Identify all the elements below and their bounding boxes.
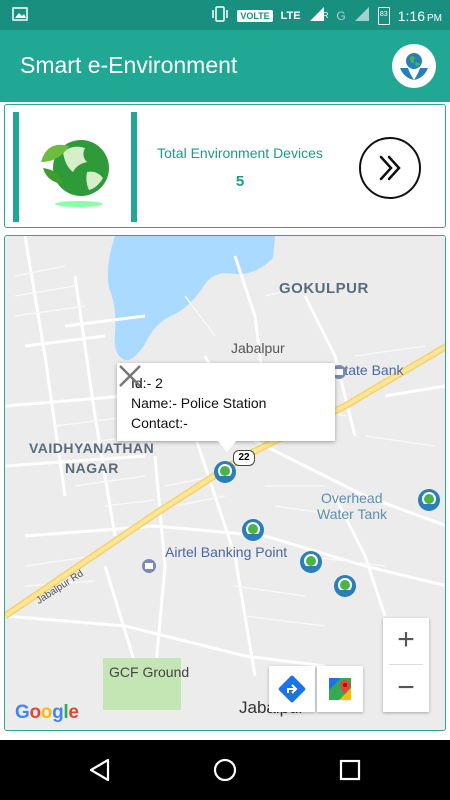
device-marker-icon[interactable] [299, 550, 323, 574]
double-chevron-right-icon [379, 155, 401, 181]
battery-icon: 83 [377, 6, 390, 25]
google-attribution: Google [15, 702, 79, 723]
volte-badge: VOLTE [237, 9, 273, 22]
app-bar: Smart e-Environment [0, 30, 450, 102]
popup-tail [217, 440, 237, 452]
app-logo-icon[interactable] [392, 44, 436, 88]
clock: 1:16 PM [397, 7, 442, 24]
bank-pin-icon [142, 559, 156, 573]
devices-count: 5 [235, 173, 245, 190]
secondary-network: G [336, 8, 346, 23]
zoom-out-button[interactable]: − [383, 666, 429, 712]
device-marker-icon[interactable] [213, 460, 237, 484]
device-info-popup: Id:- 2 Name:- Police Station Contact:- [117, 363, 335, 441]
home-icon[interactable] [211, 756, 239, 784]
directions-button[interactable] [269, 666, 315, 712]
devices-label: Total Environment Devices [157, 145, 323, 161]
device-marker-icon[interactable] [333, 574, 357, 598]
poi-label-water-tank: Water Tank [317, 506, 388, 522]
directions-icon [278, 675, 306, 703]
zoom-controls: + − [383, 618, 429, 712]
area-label-vaidhyanathan: VAIDHYANATHAN [29, 440, 155, 456]
network-type: LTE [280, 9, 301, 22]
app-title: Smart e-Environment [20, 52, 238, 78]
popup-contact: Contact:- [131, 415, 188, 431]
popup-id: Id:- 2 [131, 375, 163, 391]
close-icon[interactable] [117, 363, 143, 389]
roaming-indicator: R [322, 11, 329, 20]
back-icon[interactable] [86, 756, 114, 784]
vibrate-icon [211, 6, 229, 25]
poi-label-overhead: Overhead [321, 490, 383, 506]
poi-label-airtel-banking: Airtel Banking Point [165, 544, 288, 560]
system-nav-bar [0, 740, 450, 800]
gallery-notification-icon [12, 7, 28, 24]
recents-icon[interactable] [336, 756, 364, 784]
devices-summary-card: Total Environment Devices 5 [4, 104, 446, 228]
open-in-maps-button[interactable] [317, 666, 363, 712]
view-devices-button[interactable] [359, 137, 421, 199]
device-marker-icon[interactable] [241, 518, 265, 542]
area-label-gokulpur: GOKULPUR [279, 280, 369, 297]
earth-logo-image [13, 112, 137, 222]
poi-label-jabalpur-college: Jabalpur [231, 340, 285, 356]
device-marker-icon[interactable] [417, 488, 441, 512]
place-label-gcf-ground: GCF Ground [109, 664, 190, 680]
popup-name: Name:- Police Station [131, 395, 267, 411]
area-label-nagar: NAGAR [65, 460, 119, 476]
map-view[interactable]: GOKULPUR VAIDHYANATHAN NAGAR Jabalpur St… [4, 235, 446, 731]
status-bar: VOLTE LTE R G 83 1:16 PM [0, 0, 450, 30]
signal-icon-2 [354, 6, 370, 25]
google-maps-icon [329, 678, 351, 700]
zoom-in-button[interactable]: + [383, 618, 429, 664]
